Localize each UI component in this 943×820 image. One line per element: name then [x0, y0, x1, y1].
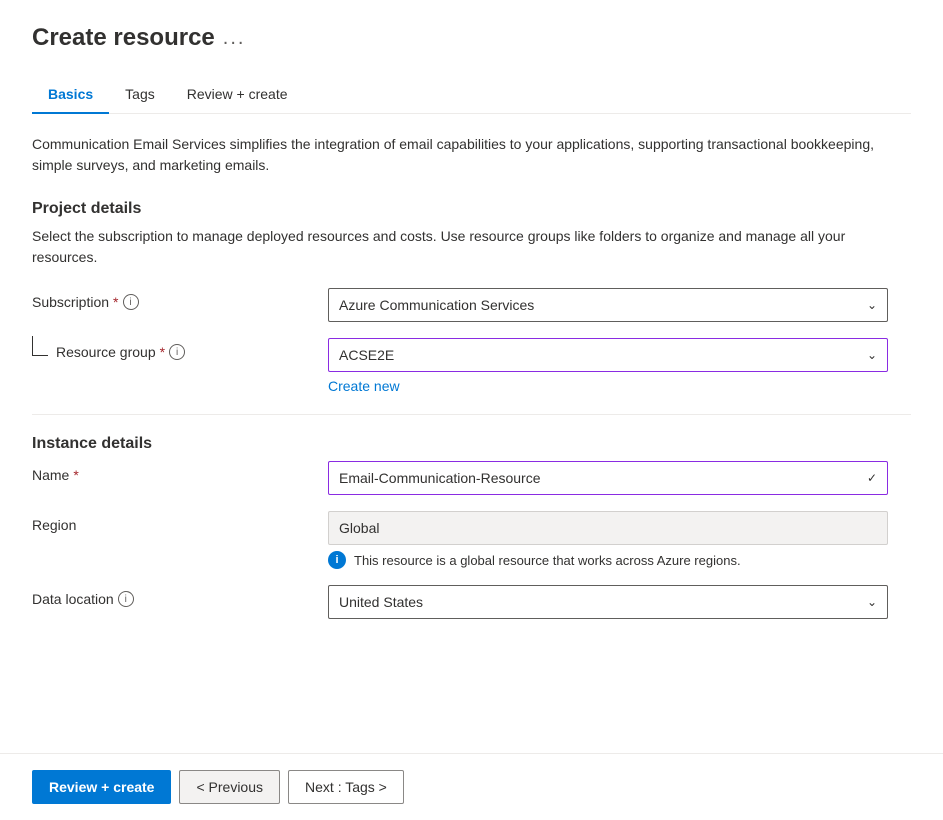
- region-input: [328, 511, 888, 545]
- create-new-link[interactable]: Create new: [328, 378, 400, 394]
- footer: Review + create < Previous Next : Tags >: [0, 753, 943, 820]
- resource-group-dropdown-arrow: ⌄: [867, 348, 877, 362]
- data-location-dropdown[interactable]: United States ⌄: [328, 585, 888, 619]
- region-control-col: i This resource is a global resource tha…: [328, 511, 911, 569]
- project-details-title: Project details: [32, 200, 911, 218]
- page-title: Create resource: [32, 24, 215, 52]
- region-info-message: i This resource is a global resource tha…: [328, 551, 911, 569]
- title-ellipsis: ...: [223, 27, 246, 50]
- subscription-info-icon[interactable]: i: [123, 294, 139, 310]
- resource-group-required: *: [160, 344, 165, 360]
- next-button[interactable]: Next : Tags >: [288, 770, 404, 804]
- data-location-label-col: Data location i: [32, 585, 312, 607]
- data-location-info-icon[interactable]: i: [118, 591, 134, 607]
- name-dropdown[interactable]: Email-Communication-Resource ✓: [328, 461, 888, 495]
- region-label: Region: [32, 517, 312, 533]
- data-location-label: Data location i: [32, 591, 312, 607]
- project-details-description: Select the subscription to manage deploy…: [32, 226, 911, 268]
- name-row: Name * Email-Communication-Resource ✓: [32, 461, 911, 495]
- tab-review-create[interactable]: Review + create: [171, 76, 304, 114]
- tabs-container: Basics Tags Review + create: [32, 76, 911, 114]
- tab-basics[interactable]: Basics: [32, 76, 109, 114]
- subscription-dropdown-arrow: ⌄: [867, 298, 877, 312]
- previous-button[interactable]: < Previous: [179, 770, 280, 804]
- description-text: Communication Email Services simplifies …: [32, 134, 911, 176]
- region-row: Region i This resource is a global resou…: [32, 511, 911, 569]
- subscription-control-col: Azure Communication Services ⌄: [328, 288, 911, 322]
- resource-group-control-col: ACSE2E ⌄ Create new: [328, 338, 911, 394]
- name-label-col: Name *: [32, 461, 312, 483]
- subscription-label: Subscription * i: [32, 294, 312, 310]
- page-container: Create resource ... Basics Tags Review +…: [0, 0, 943, 820]
- data-location-control-col: United States ⌄: [328, 585, 911, 619]
- resource-group-label-col: Resource group * i: [32, 338, 312, 360]
- subscription-label-col: Subscription * i: [32, 288, 312, 310]
- name-required: *: [73, 467, 78, 483]
- data-location-row: Data location i United States ⌄: [32, 585, 911, 619]
- region-label-col: Region: [32, 511, 312, 533]
- tab-tags[interactable]: Tags: [109, 76, 171, 114]
- name-control-col: Email-Communication-Resource ✓: [328, 461, 911, 495]
- subscription-dropdown[interactable]: Azure Communication Services ⌄: [328, 288, 888, 322]
- resource-group-row: Resource group * i ACSE2E ⌄ Create new: [32, 338, 911, 394]
- region-info-circle-icon: i: [328, 551, 346, 569]
- name-dropdown-arrow: ✓: [867, 471, 877, 485]
- name-label: Name *: [32, 467, 312, 483]
- data-location-dropdown-arrow: ⌄: [867, 595, 877, 609]
- subscription-required: *: [113, 294, 118, 310]
- resource-group-label: Resource group * i: [56, 344, 185, 360]
- subscription-row: Subscription * i Azure Communication Ser…: [32, 288, 911, 322]
- resource-group-dropdown[interactable]: ACSE2E ⌄: [328, 338, 888, 372]
- resource-group-info-icon[interactable]: i: [169, 344, 185, 360]
- section-divider: [32, 414, 911, 415]
- review-create-button[interactable]: Review + create: [32, 770, 171, 804]
- indent-line: [32, 336, 48, 356]
- main-content: Create resource ... Basics Tags Review +…: [0, 0, 943, 753]
- page-title-row: Create resource ...: [32, 24, 911, 52]
- instance-details-title: Instance details: [32, 435, 911, 453]
